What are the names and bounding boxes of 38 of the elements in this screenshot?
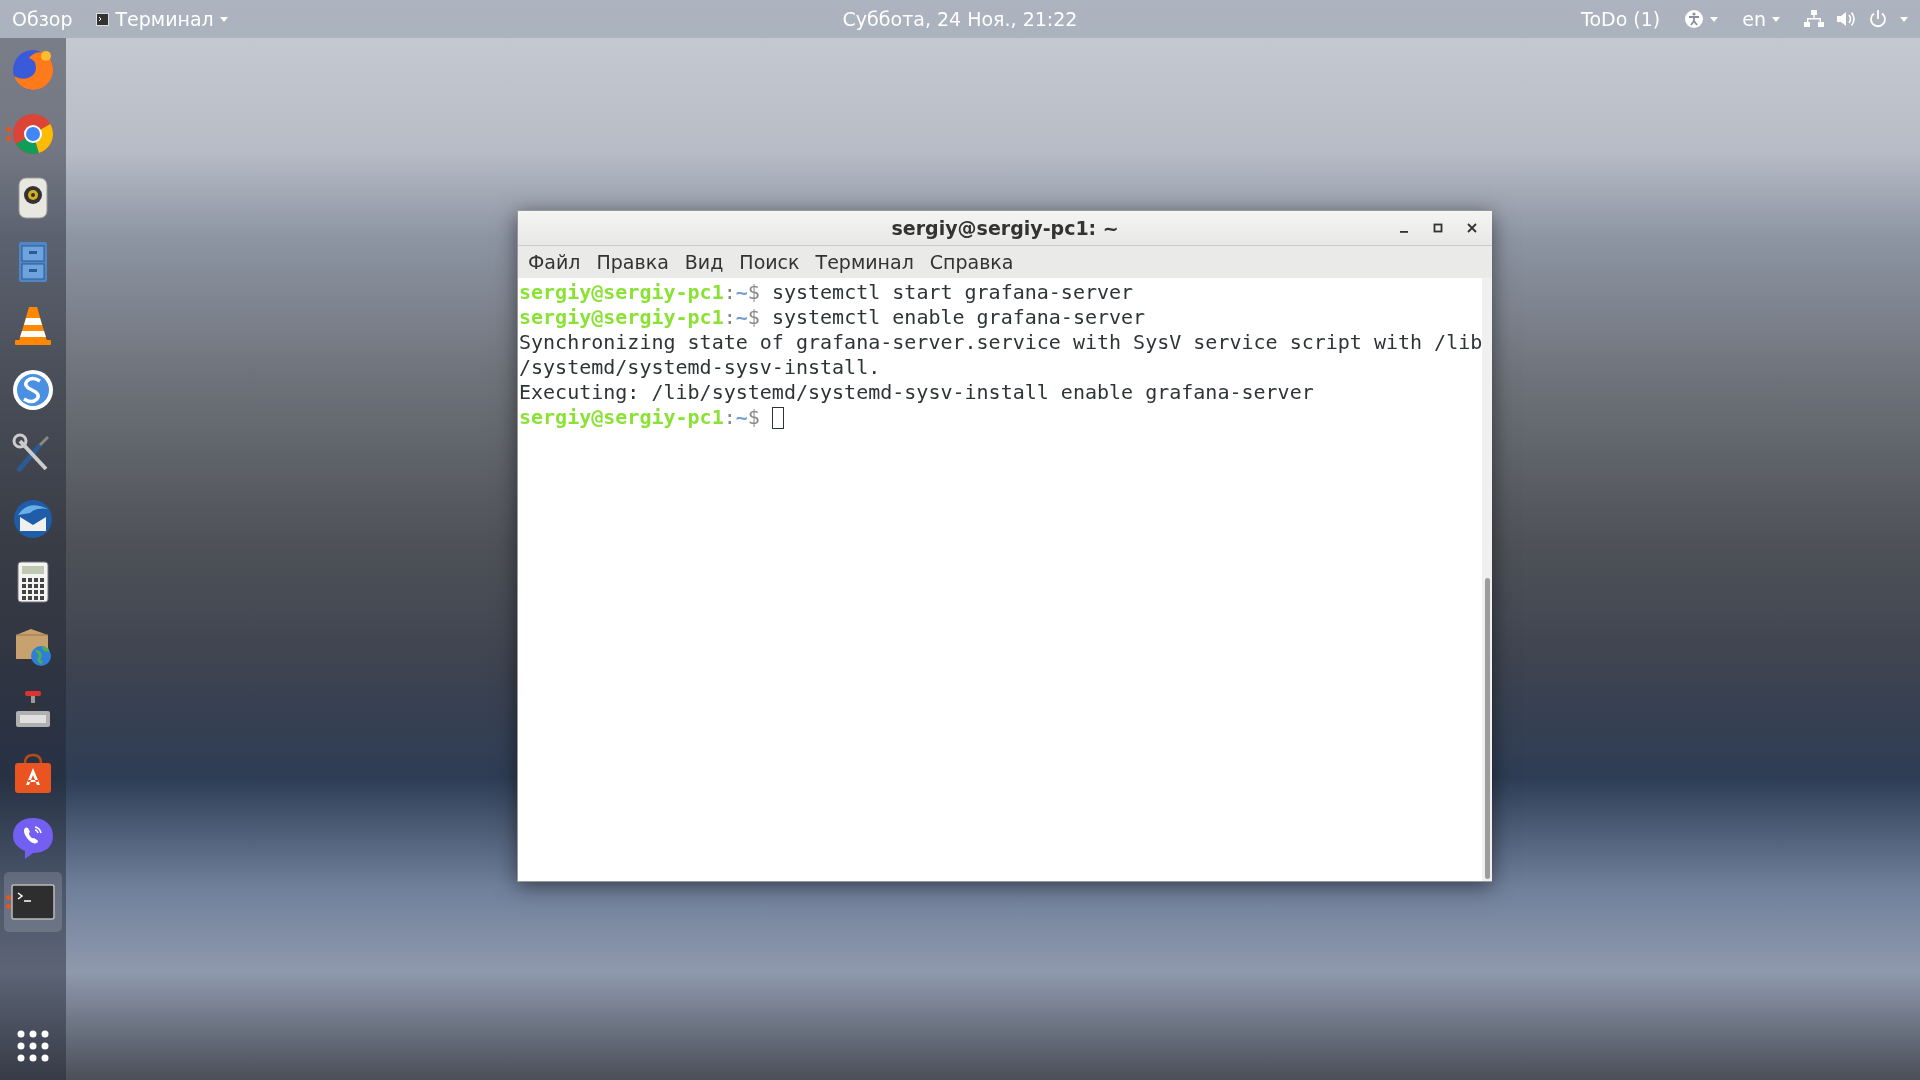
menu-item[interactable]: Вид bbox=[676, 251, 732, 273]
menu-item[interactable]: Справка bbox=[921, 251, 1022, 273]
dock-item[interactable] bbox=[4, 872, 62, 932]
terminal-icon bbox=[96, 12, 110, 26]
prompt-sign: $ bbox=[747, 280, 760, 305]
app-grid-icon[interactable] bbox=[17, 1030, 49, 1062]
menu-item[interactable]: Терминал bbox=[807, 251, 922, 273]
caret-icon bbox=[219, 16, 228, 22]
menu-item[interactable]: Поиск bbox=[731, 251, 808, 273]
prompt-separator: : bbox=[723, 280, 736, 305]
prompt-user: sergiy@sergiy-pc1 bbox=[519, 305, 724, 330]
menu-item[interactable]: Файл bbox=[520, 251, 589, 273]
scrollbar[interactable] bbox=[1482, 278, 1493, 881]
prompt-user: sergiy@sergiy-pc1 bbox=[519, 280, 724, 305]
prompt-path: ~ bbox=[735, 280, 748, 305]
command-text: systemctl start grafana-server bbox=[770, 280, 1134, 305]
accessibility-icon bbox=[1684, 9, 1705, 29]
prompt-separator: : bbox=[723, 405, 736, 430]
volume-icon bbox=[1836, 10, 1856, 28]
prompt-path: ~ bbox=[735, 405, 748, 430]
window-title: sergiy@sergiy-pc1: ~ bbox=[891, 217, 1119, 239]
prompt-sign: $ bbox=[747, 405, 760, 430]
caret-icon bbox=[1710, 16, 1719, 22]
power-icon bbox=[1868, 9, 1888, 29]
prompt-user: sergiy@sergiy-pc1 bbox=[519, 405, 724, 430]
prompt-path: ~ bbox=[735, 305, 748, 330]
output-line: Executing: /lib/systemd/systemd-sysv-install enable grafana-server bbox=[519, 380, 1314, 405]
caret-icon bbox=[1772, 16, 1780, 22]
command-text: systemctl enable grafana-server bbox=[770, 305, 1146, 330]
output-line: Synchronizing state of grafana-server.service with SysV service script with /lib bbox=[519, 330, 1483, 355]
maximize-icon[interactable] bbox=[1432, 222, 1445, 234]
menu-item[interactable]: Правка bbox=[588, 251, 677, 273]
close-icon[interactable] bbox=[1466, 222, 1479, 234]
prompt-sign: $ bbox=[747, 305, 760, 330]
output-line: /systemd/systemd-sysv-install. bbox=[519, 355, 881, 380]
network-icon bbox=[1804, 10, 1824, 28]
prompt-separator: : bbox=[723, 305, 736, 330]
caret-icon bbox=[1900, 16, 1908, 22]
